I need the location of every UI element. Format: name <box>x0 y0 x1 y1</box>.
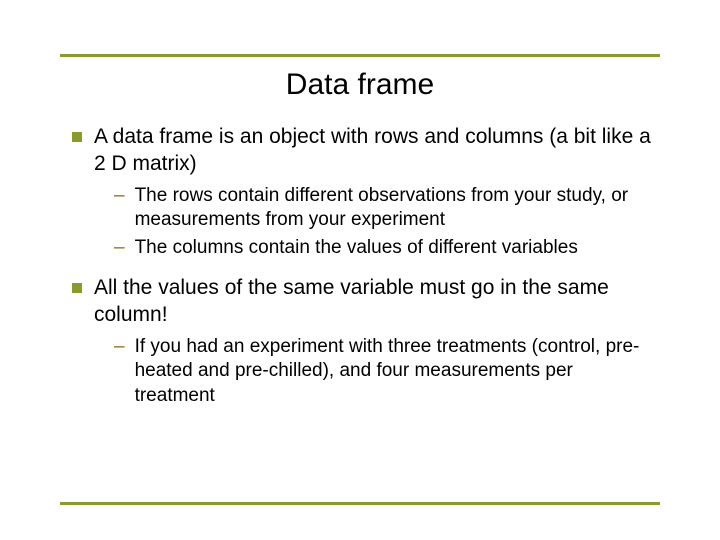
sub-item: – The columns contain the values of diff… <box>114 236 655 261</box>
bullet-text: A data frame is an object with rows and … <box>94 124 655 178</box>
slide-title: Data frame <box>0 68 720 102</box>
square-bullet-icon <box>72 283 82 293</box>
slide-content: A data frame is an object with rows and … <box>72 124 655 423</box>
square-bullet-icon <box>72 132 82 142</box>
dash-icon: – <box>114 335 125 360</box>
top-rule <box>60 54 660 57</box>
dash-icon: – <box>114 184 125 209</box>
sub-list: – If you had an experiment with three tr… <box>114 335 655 409</box>
sub-list: – The rows contain different observation… <box>114 184 655 261</box>
sub-text: If you had an experiment with three trea… <box>135 335 655 409</box>
sub-item: – The rows contain different observation… <box>114 184 655 233</box>
dash-icon: – <box>114 236 125 261</box>
bottom-rule <box>60 502 660 505</box>
bullet-item: A data frame is an object with rows and … <box>72 124 655 178</box>
sub-text: The rows contain different observations … <box>135 184 655 233</box>
bullet-item: All the values of the same variable must… <box>72 275 655 329</box>
sub-text: The columns contain the values of differ… <box>135 236 578 261</box>
sub-item: – If you had an experiment with three tr… <box>114 335 655 409</box>
bullet-text: All the values of the same variable must… <box>94 275 655 329</box>
